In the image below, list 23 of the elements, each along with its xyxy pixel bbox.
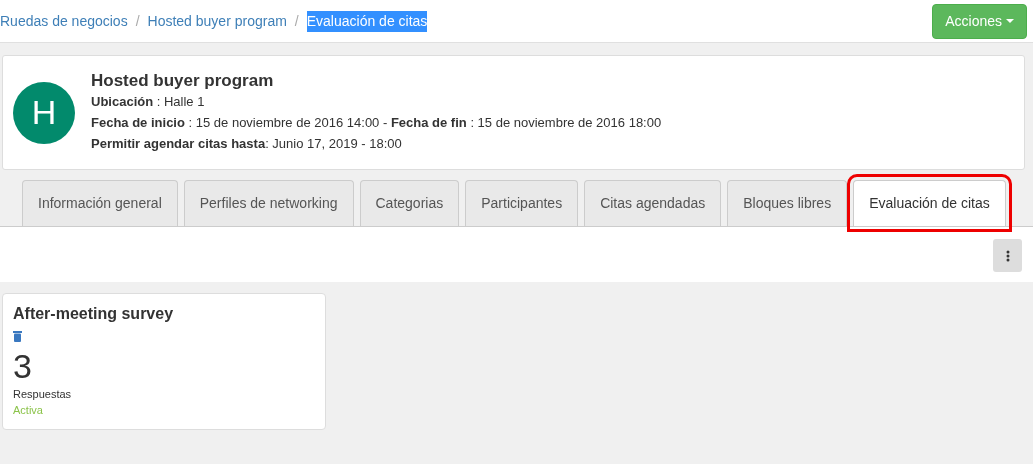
response-count: 3 (13, 345, 33, 386)
status-label: Activa (13, 403, 44, 418)
caret-icon (1006, 19, 1014, 23)
event-detail: Permitir agendar citas hasta: Junio 17, 2019 - 18:00 (91, 135, 403, 154)
breadcrumb-separator: / (294, 11, 299, 31)
tab[interactable]: Categorias (359, 180, 460, 226)
count-label: Respuestas (13, 386, 73, 402)
event-detail: Fecha de inicio : 15 de noviembre de 2016 14:00 - Fecha de fin : 15 de noviembre de 2016 18:00 (91, 114, 662, 133)
avatar: H (13, 81, 75, 144)
event-detail: Ubicación : Halle 1 (91, 93, 206, 112)
survey-title: After-meeting survey (13, 304, 175, 324)
tab[interactable]: Bloques libres (727, 180, 848, 226)
event-title: Hosted buyer program (91, 70, 275, 92)
tab[interactable]: Participantes (465, 180, 579, 226)
trash-icon[interactable] (13, 331, 22, 343)
breadcrumb-link[interactable]: Hosted buyer program (147, 10, 287, 32)
breadcrumb-link[interactable]: Evaluación de citas (306, 10, 428, 32)
tab[interactable]: Citas agendadas (584, 180, 722, 226)
breadcrumb-separator: / (135, 11, 140, 31)
tab[interactable]: Perfiles de networking (183, 180, 354, 226)
tab[interactable]: Información general (22, 180, 178, 226)
breadcrumb-link[interactable]: Ruedas de negocios (0, 10, 128, 32)
more-options-icon (1005, 249, 1010, 262)
